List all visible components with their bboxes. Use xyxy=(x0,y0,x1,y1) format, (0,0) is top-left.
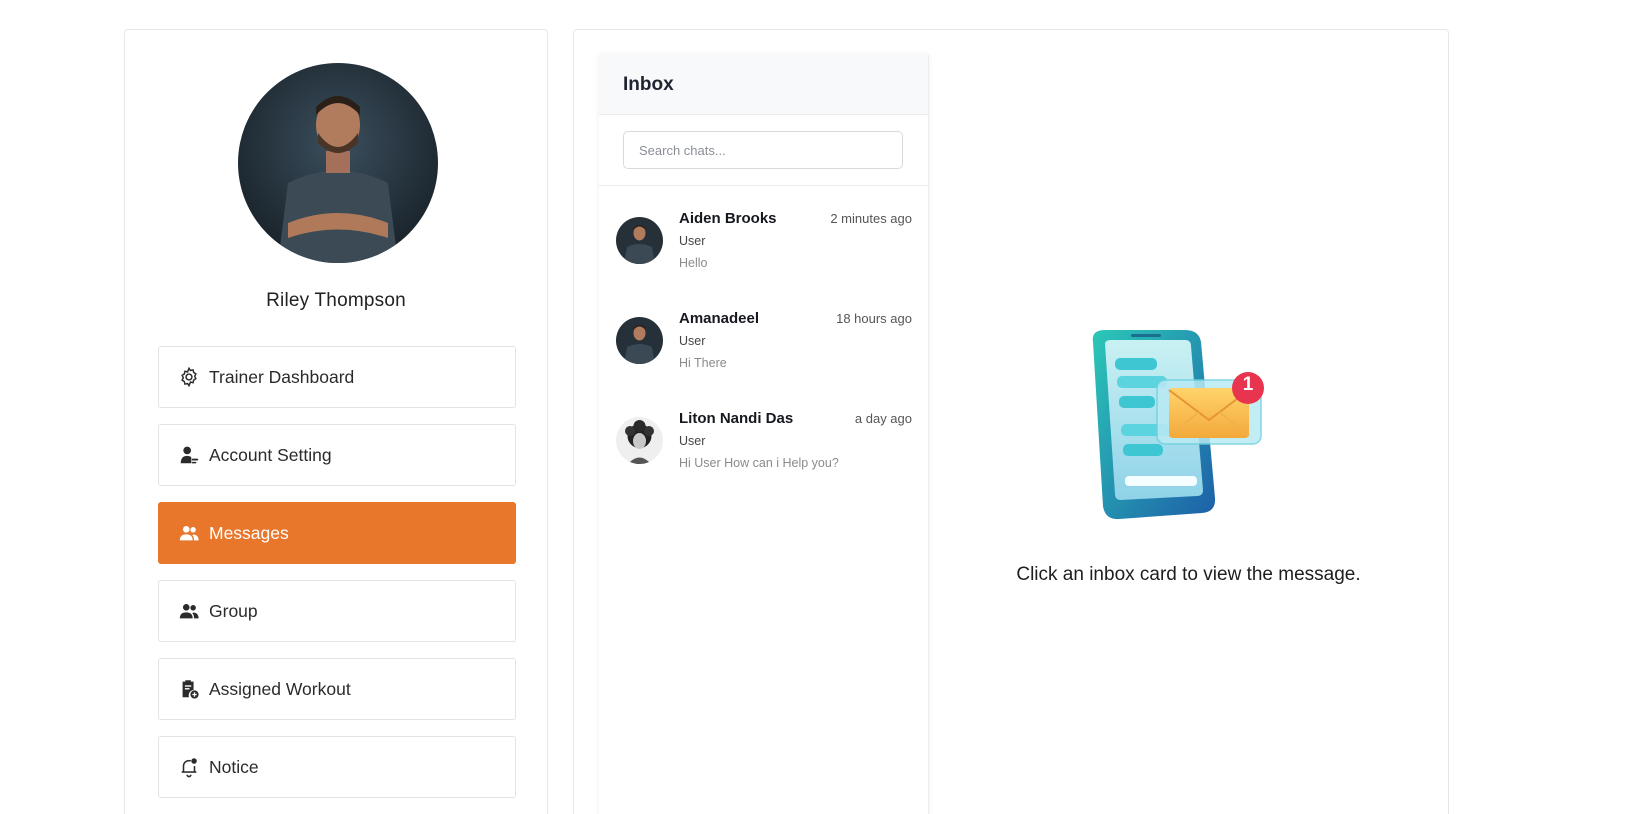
chat-time: 2 minutes ago xyxy=(830,211,912,226)
chat-role: User xyxy=(679,434,706,448)
sidebar-item-assigned-workout[interactable]: Assigned Workout xyxy=(158,658,516,720)
avatar xyxy=(616,317,663,364)
users-icon xyxy=(177,521,201,545)
sidebar-item-label: Messages xyxy=(209,522,289,543)
chat-preview: Hi There xyxy=(679,356,727,370)
sidebar-item-account-setting[interactable]: Account Setting xyxy=(158,424,516,486)
clipboard-add-icon xyxy=(177,677,201,701)
chat-name: Aiden Brooks xyxy=(679,210,777,227)
search-chats-input[interactable] xyxy=(623,131,903,169)
chat-card[interactable]: Amanadeel 18 hours ago User Hi There xyxy=(599,294,928,394)
chat-card[interactable]: Liton Nandi Das a day ago User Hi User H… xyxy=(599,394,928,494)
sidebar-item-messages[interactable]: Messages xyxy=(158,502,516,564)
sidebar-item-label: Notice xyxy=(209,756,259,777)
message-illustration: 1 xyxy=(1085,328,1270,528)
chat-name: Amanadeel xyxy=(679,310,760,327)
sidebar-item-label: Trainer Dashboard xyxy=(209,366,355,387)
chat-preview: Hello xyxy=(679,256,708,270)
sidebar-menu: Trainer Dashboard Account Setting Messag… xyxy=(158,346,516,814)
sidebar-item-notice[interactable]: Notice xyxy=(158,736,516,798)
chat-time: 18 hours ago xyxy=(836,311,912,326)
inbox-title: Inbox xyxy=(599,55,928,115)
profile-name: Riley Thompson xyxy=(266,290,406,311)
chat-preview: Hi User How can i Help you? xyxy=(679,456,839,470)
messages-card: Inbox Aiden Brooks 2 minute xyxy=(573,29,1449,814)
avatar xyxy=(616,417,663,464)
sidebar-item-group[interactable]: Group xyxy=(158,580,516,642)
profile-avatar xyxy=(238,63,438,263)
users-icon xyxy=(177,599,201,623)
profile-card: Riley Thompson Trainer Dashboard Account… xyxy=(124,29,548,814)
gear-icon xyxy=(177,365,201,389)
search-container xyxy=(599,115,928,186)
bell-icon xyxy=(177,755,201,779)
chat-card[interactable]: Aiden Brooks 2 minutes ago User Hello xyxy=(599,194,928,294)
chat-time: a day ago xyxy=(854,411,912,426)
empty-state-message: Click an inbox card to view the message. xyxy=(1016,564,1361,585)
chat-list: Aiden Brooks 2 minutes ago User Hello Am… xyxy=(599,186,928,494)
chat-name: Liton Nandi Das xyxy=(679,410,794,427)
avatar xyxy=(616,217,663,264)
notification-badge-count: 1 xyxy=(1242,374,1254,395)
sidebar-item-label: Group xyxy=(209,600,258,621)
chat-role: User xyxy=(679,234,706,248)
sidebar-item-trainer-dashboard[interactable]: Trainer Dashboard xyxy=(158,346,516,408)
chat-role: User xyxy=(679,334,706,348)
sidebar-item-label: Account Setting xyxy=(209,444,332,465)
sidebar-item-label: Assigned Workout xyxy=(209,678,351,699)
inbox-panel: Inbox Aiden Brooks 2 minute xyxy=(599,55,929,814)
user-settings-icon xyxy=(177,443,201,467)
